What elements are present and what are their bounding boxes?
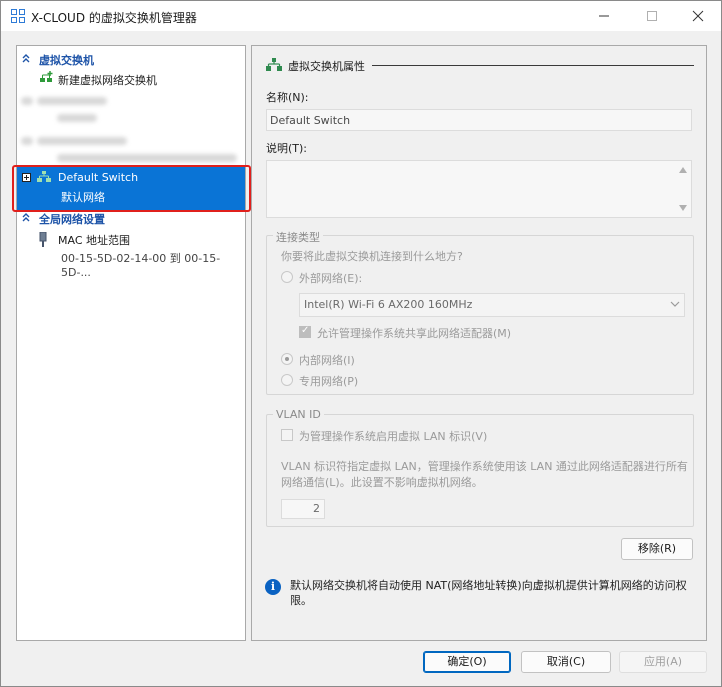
scroll-up-icon — [679, 167, 687, 173]
external-network-radio[interactable] — [281, 271, 293, 283]
group-legend: VLAN ID — [273, 408, 324, 421]
vlan-description: VLAN 标识符指定虚拟 LAN，管理操作系统使用该 LAN 通过此网络适配器进… — [281, 460, 688, 489]
app-network-icon — [11, 9, 25, 23]
connection-question: 你要将此虚拟交换机连接到什么地方? — [281, 250, 463, 263]
internal-network-label: 内部网络(I) — [299, 354, 355, 367]
name-field[interactable]: Default Switch — [266, 109, 692, 131]
tree-item-obscured-2[interactable] — [17, 132, 245, 168]
collapse-chevron-icon — [22, 213, 30, 222]
section-label: 全局网络设置 — [39, 213, 105, 226]
switch-tree: 虚拟交换机 新建虚拟网络交换机 Default Switch 默认网络 全局网络… — [16, 45, 246, 641]
collapse-chevron-icon — [22, 54, 30, 63]
mac-range-label: MAC 地址范围 — [58, 234, 130, 247]
info-icon: i — [265, 579, 281, 595]
vlan-group: VLAN ID 为管理操作系统启用虚拟 LAN 标识(V) VLAN 标识符指定… — [266, 408, 694, 527]
minimize-icon — [599, 15, 609, 17]
panel-header: 虚拟交换机属性 — [288, 60, 365, 73]
default-switch-subtitle: 默认网络 — [61, 191, 105, 204]
mac-range-value: 00-15-5D-02-14-00 到 00-15-5D-... — [61, 252, 221, 279]
notes-field[interactable] — [266, 160, 692, 218]
private-network-label: 专用网络(P) — [299, 375, 359, 388]
vlan-enable-checkbox[interactable] — [281, 429, 293, 441]
obscured-text — [57, 114, 97, 122]
section-label: 虚拟交换机 — [39, 54, 94, 67]
obscured-text — [37, 97, 107, 105]
allow-share-checkbox[interactable] — [299, 325, 311, 338]
vlan-id-field[interactable]: 2 — [281, 499, 325, 519]
vlan-enable-label: 为管理操作系统启用虚拟 LAN 标识(V) — [299, 430, 488, 443]
private-network-radio[interactable] — [281, 374, 293, 386]
close-button[interactable] — [675, 1, 721, 31]
network-switch-icon — [37, 171, 51, 182]
default-switch-name: Default Switch — [58, 171, 139, 184]
tree-item-default-switch[interactable]: Default Switch 默认网络 — [17, 167, 245, 210]
maximize-icon — [647, 11, 657, 21]
adapter-select[interactable]: Intel(R) Wi-Fi 6 AX200 160MHz — [299, 293, 685, 317]
obscured-icon — [21, 97, 33, 105]
switch-properties-panel: 虚拟交换机属性 名称(N): Default Switch 说明(T): 连接类… — [251, 45, 707, 641]
switch-manager-window: X-CLOUD 的虚拟交换机管理器 虚拟交换机 新建虚拟网络交换机 Defaul… — [0, 0, 722, 687]
allow-share-label: 允许管理操作系统共享此网络适配器(M) — [317, 327, 512, 340]
title-bar: X-CLOUD 的虚拟交换机管理器 — [1, 1, 721, 31]
notes-label: 说明(T): — [266, 142, 308, 155]
notes-scrollbar[interactable] — [674, 161, 691, 217]
maximize-button[interactable] — [629, 1, 675, 31]
expand-plus-icon — [22, 173, 31, 182]
section-global-settings[interactable]: 全局网络设置 — [17, 210, 245, 226]
mac-adapter-icon — [39, 232, 47, 247]
group-legend: 连接类型 — [273, 229, 323, 245]
header-divider — [372, 65, 694, 66]
chevron-down-icon — [670, 301, 680, 307]
info-text: 默认网络交换机将自动使用 NAT(网络地址转换)向虚拟机提供计算机网络的访问权限… — [290, 579, 687, 607]
window-title: X-CLOUD 的虚拟交换机管理器 — [31, 11, 197, 25]
add-switch-icon — [40, 71, 53, 82]
ok-button[interactable]: 确定(O) — [423, 651, 511, 673]
obscured-icon — [21, 137, 33, 145]
remove-button[interactable]: 移除(R) — [621, 538, 693, 560]
tree-item-mac-range[interactable]: MAC 地址范围 00-15-5D-02-14-00 到 00-15-5D-..… — [17, 230, 245, 279]
cancel-button[interactable]: 取消(C) — [521, 651, 611, 673]
obscured-text — [57, 154, 237, 162]
new-switch-label: 新建虚拟网络交换机 — [58, 74, 157, 87]
close-icon — [692, 10, 704, 22]
section-virtual-switches[interactable]: 虚拟交换机 — [17, 51, 245, 67]
external-network-label: 外部网络(E): — [299, 272, 363, 285]
name-label: 名称(N): — [266, 91, 309, 104]
tree-item-obscured-1[interactable] — [17, 92, 245, 128]
internal-network-radio[interactable] — [281, 353, 293, 365]
tree-item-new-switch[interactable]: 新建虚拟网络交换机 — [17, 70, 245, 88]
network-switch-icon — [266, 58, 282, 71]
apply-button[interactable]: 应用(A) — [619, 651, 707, 673]
scroll-down-icon — [679, 205, 687, 211]
minimize-button[interactable] — [581, 1, 627, 31]
obscured-text — [37, 137, 127, 145]
adapter-value: Intel(R) Wi-Fi 6 AX200 160MHz — [304, 298, 473, 311]
connection-type-group: 连接类型 你要将此虚拟交换机连接到什么地方? 外部网络(E): Intel(R)… — [266, 229, 694, 395]
